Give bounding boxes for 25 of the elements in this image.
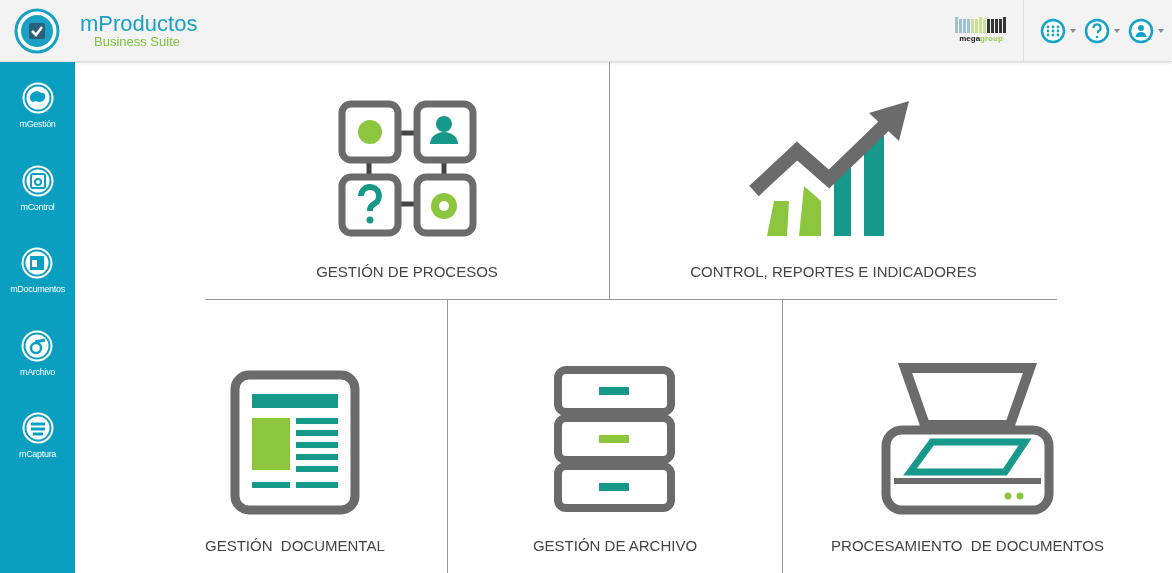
product-subtitle: Business Suite bbox=[94, 35, 181, 48]
module-tile-button[interactable]: PROCESAMIENTO DE DOCUMENTOS bbox=[831, 359, 1104, 557]
apps-menu-button[interactable] bbox=[1040, 17, 1076, 44]
apps-icon bbox=[1040, 17, 1066, 44]
module-icon bbox=[21, 247, 54, 279]
module-tile-button[interactable]: GESTIÓN DE ARCHIVO bbox=[532, 364, 698, 557]
partner-logo: megagroup bbox=[955, 16, 1007, 45]
file-cabinet-icon bbox=[552, 364, 678, 515]
user-menu-button[interactable] bbox=[1128, 17, 1164, 44]
module-icon bbox=[21, 82, 54, 114]
app-logo-icon bbox=[14, 7, 60, 54]
product-title: mProductos bbox=[80, 13, 198, 35]
user-icon bbox=[1128, 17, 1154, 44]
module-icon bbox=[21, 164, 54, 197]
module-tile-button[interactable]: GESTIÓN DE PROCESOS bbox=[316, 95, 498, 283]
document-icon bbox=[229, 369, 360, 515]
module-icon bbox=[21, 329, 54, 362]
caret-icon bbox=[1114, 28, 1120, 33]
help-menu-button[interactable] bbox=[1084, 17, 1120, 44]
module-tile-button[interactable]: GESTIÓN DOCUMENTAL bbox=[205, 369, 385, 557]
module-tile-button[interactable]: CONTROL, REPORTES E INDICADORES bbox=[690, 100, 977, 283]
caret-icon bbox=[1158, 28, 1164, 33]
help-icon bbox=[1084, 17, 1110, 44]
module-icon bbox=[21, 412, 54, 444]
caret-icon bbox=[1070, 28, 1076, 33]
